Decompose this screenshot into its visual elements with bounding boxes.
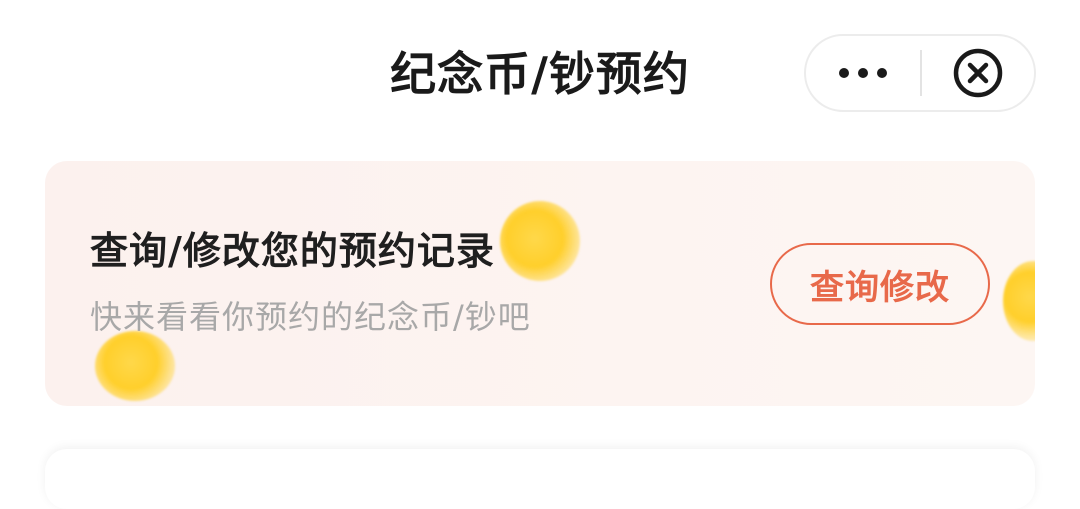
nav-header: 纪念币/钞预约 xyxy=(0,0,1080,150)
card-subtitle: 快来看看你预约的纪念币/钞吧 xyxy=(90,298,531,336)
coin-decoration xyxy=(488,189,592,293)
close-button[interactable] xyxy=(922,36,1034,110)
coin-decoration xyxy=(95,331,175,401)
reservation-record-card: 查询/修改您的预约记录 快来看看你预约的纪念币/钞吧 查询修改 xyxy=(45,161,1035,406)
coin-decoration xyxy=(1003,261,1035,341)
close-circle-icon xyxy=(953,48,1003,98)
more-dots-icon xyxy=(839,68,887,78)
next-card xyxy=(45,449,1035,509)
card-title: 查询/修改您的预约记录 xyxy=(90,229,495,273)
mini-program-capsule xyxy=(804,34,1036,112)
query-modify-button[interactable]: 查询修改 xyxy=(770,243,990,325)
more-button[interactable] xyxy=(806,36,920,110)
